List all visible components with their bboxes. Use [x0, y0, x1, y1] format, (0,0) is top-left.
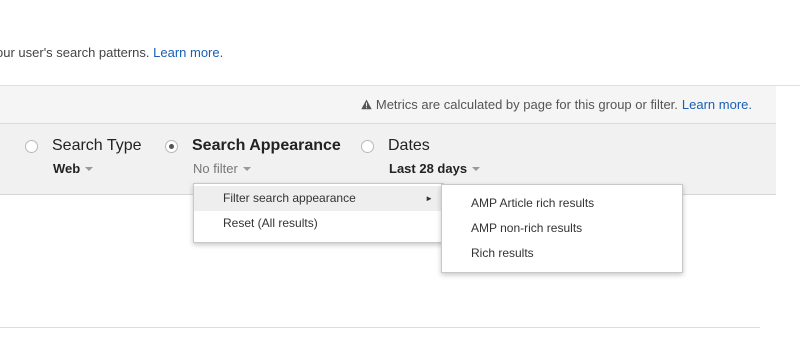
dates-dropdown[interactable]: Last 28 days [389, 161, 481, 176]
intro-learn-more-link[interactable]: Learn more. [153, 45, 223, 60]
search-appearance-dropdown[interactable]: No filter [193, 161, 341, 176]
search-appearance-menu: Filter search appearance ► Reset (All re… [193, 183, 444, 243]
metrics-learn-more-link[interactable]: Learn more. [682, 97, 752, 112]
submenu-item-rich-results[interactable]: Rich results [442, 241, 682, 266]
metrics-notice: Metrics are calculated by page for this … [361, 97, 752, 112]
search-type-value: Web [53, 161, 81, 176]
dates-value: Last 28 days [389, 161, 468, 176]
search-appearance-value: No filter [193, 161, 238, 176]
filter-search-type: Search Type Web [25, 137, 142, 176]
search-appearance-radio[interactable] [165, 139, 178, 153]
chevron-down-icon [242, 167, 251, 171]
metrics-notice-bar: Metrics are calculated by page for this … [0, 86, 776, 124]
menu-item-label: Reset (All results) [223, 216, 318, 230]
submenu-arrow-icon: ► [425, 194, 433, 203]
filter-search-appearance: Search Appearance No filter [165, 137, 341, 176]
dates-label[interactable]: Dates [388, 137, 430, 155]
intro-description: our user's search patterns. [0, 45, 150, 60]
submenu-item-amp-non-rich-results[interactable]: AMP non-rich results [442, 216, 682, 241]
search-type-label[interactable]: Search Type [52, 137, 142, 155]
filter-dates: Dates Last 28 days [361, 137, 481, 176]
divider [0, 327, 760, 328]
submenu-item-amp-article-rich-results[interactable]: AMP Article rich results [442, 191, 682, 216]
menu-item-label: Filter search appearance [223, 191, 356, 205]
menu-item-reset[interactable]: Reset (All results) [194, 211, 443, 236]
submenu-item-label: AMP Article rich results [471, 196, 595, 210]
intro-text: our user's search patterns. Learn more. [0, 45, 223, 60]
menu-item-filter-search-appearance[interactable]: Filter search appearance ► [194, 186, 443, 211]
search-type-radio[interactable] [25, 139, 38, 153]
chevron-down-icon [472, 167, 481, 171]
submenu-item-label: Rich results [471, 246, 534, 260]
metrics-notice-text: Metrics are calculated by page for this … [375, 97, 678, 112]
search-appearance-submenu: AMP Article rich results AMP non-rich re… [441, 184, 683, 273]
dates-radio[interactable] [361, 139, 374, 153]
search-type-dropdown[interactable]: Web [53, 161, 142, 176]
search-appearance-label[interactable]: Search Appearance [192, 137, 341, 155]
submenu-item-label: AMP non-rich results [471, 221, 583, 235]
warning-icon [361, 99, 372, 110]
chevron-down-icon [85, 167, 94, 171]
